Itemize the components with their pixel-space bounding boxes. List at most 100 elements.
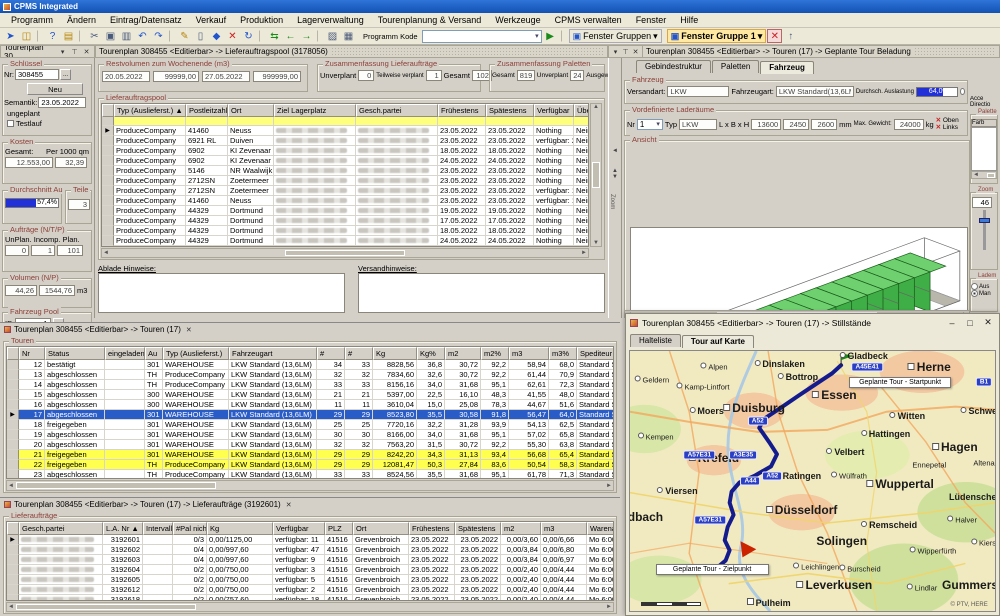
scroll-down-icon[interactable]: ▼ xyxy=(609,174,621,180)
minimize-icon[interactable]: – xyxy=(945,318,959,328)
pool-column-header[interactable]: Überprodu xyxy=(574,104,589,117)
touren-row[interactable]: 16 abgeschlossen 300 WAREHOUSE LKW Stand… xyxy=(7,400,614,410)
touren-column-header[interactable]: m3 xyxy=(509,347,549,360)
pool-row[interactable]: ProduceCompany 2712SN Zoetermeer 23.05.2… xyxy=(102,186,589,196)
liefer-column-header[interactable]: Verfügbar xyxy=(273,522,325,535)
liefer-row[interactable]: 3192605 0/2 0,00/750,00 verfügbar: 5 415… xyxy=(7,575,614,585)
remove-oben-icon[interactable]: ✕ xyxy=(936,117,941,124)
menu-item[interactable]: CPMS verwalten xyxy=(548,14,629,26)
sep[interactable] xyxy=(317,30,322,42)
versandart-input[interactable] xyxy=(667,86,729,97)
zoom-value-input[interactable] xyxy=(972,197,992,208)
help-icon[interactable]: ? xyxy=(45,29,60,43)
liefer-column-header[interactable]: L.A. Nr ▲ xyxy=(103,522,143,535)
dropdown-icon[interactable]: ▾ xyxy=(58,48,67,56)
zoom-slider[interactable] xyxy=(983,210,986,250)
remove-links-icon[interactable]: ✕ xyxy=(936,124,941,131)
pin-icon[interactable]: ⊤ xyxy=(622,48,629,56)
edit-icon[interactable]: ✎ xyxy=(177,29,192,43)
pool-row[interactable]: ProduceCompany 44329 Dortmund 24.05.2022… xyxy=(102,236,589,246)
save-icon[interactable]: ◆ xyxy=(209,29,224,43)
touren-column-header[interactable]: Kg xyxy=(373,347,417,360)
touren-column-header[interactable]: Nr xyxy=(19,347,45,360)
touren-row[interactable]: 22 freigegeben TH ProduceCompany LKW Sta… xyxy=(7,460,614,470)
beladung-tab[interactable]: Fahrzeug xyxy=(760,61,814,74)
pool-hscrollbar[interactable]: ◄► xyxy=(101,248,589,258)
liefer-row[interactable]: 3192618 0/2 0,00/757,60 verfügbar: 18 41… xyxy=(7,595,614,601)
close-icon[interactable]: ✕ xyxy=(284,501,294,509)
liefer-column-header[interactable]: Spätestens xyxy=(455,522,501,535)
left-pane-header[interactable]: Tourenplan 30... ▾ ⊤ ✕ xyxy=(0,45,95,58)
copy-icon[interactable]: ▣ xyxy=(103,29,118,43)
pool-column-header[interactable]: Typ (Auslieferst.) ▲ xyxy=(114,104,186,117)
paste-icon[interactable]: ▥ xyxy=(119,29,134,43)
pool-row[interactable]: ProduceCompany 6902 KI Zevenaar 24.05.20… xyxy=(102,156,589,166)
pool-column-header[interactable]: Frühestens xyxy=(438,104,486,117)
touren-column-header[interactable]: Status xyxy=(45,347,105,360)
run-kode-button[interactable]: ▶ xyxy=(543,29,558,43)
move-up-button[interactable]: ↑ xyxy=(783,29,798,43)
load-3d-view[interactable] xyxy=(630,227,968,318)
pool-vscrollbar[interactable]: ▲▼ xyxy=(590,103,602,247)
nr-input[interactable] xyxy=(15,69,59,80)
semantik-input[interactable] xyxy=(38,97,86,108)
right-pane-header[interactable]: Tourenplan 308455 <Editierbar> -> Touren… xyxy=(642,45,1000,58)
menu-item[interactable]: Verkauf xyxy=(189,14,234,26)
liefer-row[interactable]: 3192602 0/4 0,00/997,60 verfügbar: 47 41… xyxy=(7,545,614,555)
touren-row[interactable]: 19 abgeschlossen 301 WAREHOUSE LKW Stand… xyxy=(7,430,614,440)
pool-row[interactable]: ProduceCompany 2712SN Zoetermeer 23.05.2… xyxy=(102,176,589,186)
touren-tab[interactable]: Tourenplan 308455 <Editierbar> -> Touren… xyxy=(0,323,620,336)
close-icon[interactable]: ✕ xyxy=(981,317,995,328)
touren-column-header[interactable]: # xyxy=(345,347,373,360)
touren-column-header[interactable] xyxy=(7,347,19,360)
liefer-column-header[interactable]: Ort xyxy=(353,522,409,535)
hoehe-input[interactable] xyxy=(811,119,837,130)
paletten-list[interactable] xyxy=(971,127,997,171)
map-tab[interactable]: Halteliste xyxy=(630,334,681,347)
pool-row[interactable]: ProduceCompany 44329 Dortmund 20.05.2022… xyxy=(102,246,589,247)
aus-radio[interactable] xyxy=(971,283,978,290)
dropdown-icon[interactable]: ▾ xyxy=(612,48,619,56)
pin-icon[interactable]: ⊤ xyxy=(70,48,79,56)
fenster-gruppe-select[interactable]: ▣ Fenster Gruppe 1 ▾ xyxy=(667,29,767,43)
touren-column-header[interactable]: Fahrzeugart xyxy=(229,347,317,360)
sep[interactable] xyxy=(79,30,84,42)
map-window-titlebar[interactable]: Tourenplan 308455 <Editierbar> -> Touren… xyxy=(626,314,999,331)
pool-row[interactable]: ProduceCompany 6902 KI Zevenaar 18.05.20… xyxy=(102,146,589,156)
pool-row[interactable]: ProduceCompany 44329 Dortmund 19.05.2022… xyxy=(102,206,589,216)
close-icon[interactable]: ✕ xyxy=(632,48,639,56)
touren-column-header[interactable]: eingeladen xyxy=(105,347,145,360)
book-icon[interactable]: ▤ xyxy=(61,29,76,43)
touren-row[interactable]: 21 freigegeben 301 WAREHOUSE LKW Standar… xyxy=(7,450,614,460)
liefer-row[interactable]: ▶ 3192601 0/3 0,00/1125,00 verfügbar: 11… xyxy=(7,535,614,545)
sep[interactable] xyxy=(169,30,174,42)
map-tab[interactable]: Tour auf Karte xyxy=(682,335,754,348)
beladung-tab[interactable]: Paletten xyxy=(712,60,759,73)
pool-column-header[interactable]: Verfügbar xyxy=(534,104,574,117)
programm-kode-input[interactable]: ▾ xyxy=(422,30,542,43)
touren-row[interactable]: 15 abgeschlossen 300 WAREHOUSE LKW Stand… xyxy=(7,390,614,400)
menu-item[interactable]: Programm xyxy=(4,14,60,26)
undo-icon[interactable]: ↶ xyxy=(135,29,150,43)
fenster-gruppen-button[interactable]: ▣ Fenster Gruppen ▾ xyxy=(569,29,662,43)
liefer-column-header[interactable] xyxy=(7,522,19,535)
breite-input[interactable] xyxy=(783,119,809,130)
neu-button[interactable]: Neu xyxy=(27,83,83,95)
fahrzeugart-input[interactable] xyxy=(776,86,854,97)
liefer-column-header[interactable]: m2 xyxy=(501,522,541,535)
back-icon[interactable]: ← xyxy=(283,29,298,43)
delete-icon[interactable]: ✕ xyxy=(225,29,240,43)
liefer-column-header[interactable]: Warenannahme xyxy=(587,522,614,535)
touren-column-header[interactable]: Au xyxy=(145,347,163,360)
pool-column-header[interactable]: Postleitzahl xyxy=(186,104,228,117)
beladung-tab[interactable]: Gebindestruktur xyxy=(636,60,711,73)
touren-row[interactable]: 23 abgeschlossen TH ProduceCompany LKW S… xyxy=(7,470,614,479)
close-icon[interactable]: ✕ xyxy=(82,48,91,56)
pool-row[interactable]: ProduceCompany 44329 Dortmund 18.05.2022… xyxy=(102,226,589,236)
pool-row[interactable]: ProduceCompany 6921 RL Duiven 23.05.2022… xyxy=(102,136,589,146)
touren-row[interactable]: 18 freigegeben 301 WAREHOUSE LKW Standar… xyxy=(7,420,614,430)
menu-item[interactable]: Produktion xyxy=(233,14,290,26)
touren-column-header[interactable]: Spediteur xyxy=(577,347,614,360)
pool-column-header[interactable]: Gesch.partei xyxy=(356,104,438,117)
pool-column-header[interactable]: Ziel Lagerplatz xyxy=(274,104,356,117)
